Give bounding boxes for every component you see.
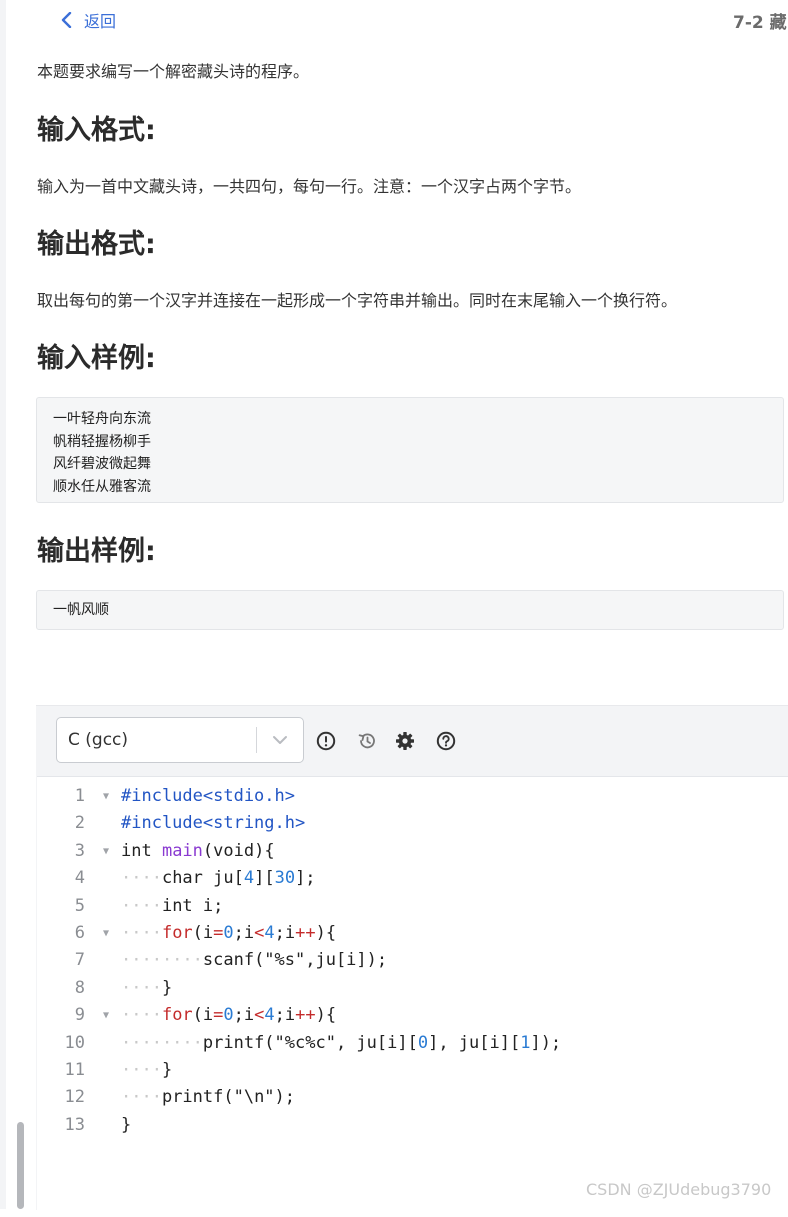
exclamation-circle-icon[interactable] [315, 730, 337, 752]
sample-input-heading: 输入样例: [37, 343, 156, 374]
code-line: 2 #include<string.h> [37, 810, 788, 837]
code-line: 9 ▼ ····for(i=0;i<4;i++){ [37, 1002, 788, 1029]
line-number: 9 [74, 1005, 85, 1026]
sample-input-line: 帆稍轻握杨柳手 [53, 433, 151, 450]
code-text: ········scanf("%s",ju[i]); [121, 950, 388, 971]
back-label: 返回 [84, 12, 117, 31]
fold-arrow-icon[interactable]: ▼ [103, 838, 109, 865]
code-line: 12 ····printf("\n"); [37, 1084, 788, 1111]
code-area[interactable]: 1 ▼ #include<stdio.h> 2 #include<string.… [37, 776, 788, 1217]
code-text: ····printf("\n"); [121, 1087, 296, 1108]
line-number: 6 [74, 923, 85, 943]
code-editor-panel: C (gcc) 1 ▼ #include<stdio.h> 2 #include… [36, 705, 788, 1217]
line-number: 1 [74, 786, 85, 806]
line-number: 3 [74, 840, 85, 861]
line-number: 7 [74, 950, 85, 971]
back-button[interactable]: 返回 [60, 6, 116, 34]
sample-input-line: 一叶轻舟向东流 [53, 411, 151, 427]
code-line: 5 ····int i; [37, 893, 788, 920]
sample-input-box: 一叶轻舟向东流 帆稍轻握杨柳手 风纤碧波微起舞 顺水任从雅客流 [36, 397, 784, 503]
code-line: 10 ········printf("%c%c", ju[i][0], ju[i… [37, 1030, 788, 1057]
code-line: 8 ····} [37, 975, 788, 1002]
chevron-left-icon [61, 12, 72, 28]
code-text: int main(void){ [121, 840, 275, 861]
watermark: CSDN @ZJUdebug3790 [586, 1180, 772, 1199]
sample-output-heading: 输出样例: [37, 536, 156, 567]
code-text: ····for(i=0;i<4;i++){ [121, 1005, 337, 1026]
line-number: 2 [74, 813, 85, 834]
code-line: 3 ▼ int main(void){ [37, 838, 788, 865]
sample-input-line: 风纤碧波微起舞 [53, 456, 151, 472]
history-icon[interactable] [356, 730, 378, 752]
output-format-heading: 输出格式: [37, 229, 156, 260]
code-text: } [121, 1114, 132, 1135]
language-select[interactable]: C (gcc) [56, 717, 304, 763]
code-text: ········printf("%c%c", ju[i][0], ju[i][1… [121, 1032, 562, 1053]
line-number: 12 [64, 1087, 85, 1108]
code-line: 13 } [37, 1112, 788, 1139]
code-line: 4 ····char ju[4][30]; [37, 865, 788, 892]
sample-output-box: 一帆风顺 [36, 590, 784, 630]
line-number: 4 [74, 868, 85, 889]
sample-output-line: 一帆风顺 [53, 602, 109, 618]
problem-intro: 本题要求编写一个解密藏头诗的程序。 [37, 62, 310, 81]
chevron-down-icon[interactable] [257, 735, 303, 745]
gear-icon[interactable] [394, 730, 416, 752]
line-number: 13 [64, 1114, 85, 1135]
code-line: 1 ▼ #include<stdio.h> [37, 783, 788, 810]
code-text: #include<string.h> [121, 813, 306, 834]
line-number: 8 [74, 977, 85, 998]
input-format-heading: 输入格式: [37, 115, 156, 146]
question-circle-icon[interactable] [435, 730, 457, 752]
fold-arrow-icon[interactable]: ▼ [103, 1002, 109, 1029]
problem-title: 7-2 藏 [733, 13, 787, 33]
code-line: 6 ▼ ····for(i=0;i<4;i++){ [37, 920, 788, 947]
scrollbar-thumb[interactable] [17, 1122, 24, 1209]
code-line: 11 ····} [37, 1057, 788, 1084]
input-format-text: 输入为一首中文藏头诗，一共四句，每句一行。注意：一个汉字占两个字节。 [37, 177, 582, 196]
line-number: 5 [74, 895, 85, 916]
code-text: ····char ju[4][30]; [121, 868, 316, 889]
fold-arrow-icon[interactable]: ▼ [103, 783, 109, 810]
code-line: 7 ········scanf("%s",ju[i]); [37, 947, 788, 974]
code-text: ····int i; [121, 895, 224, 916]
line-number: 11 [64, 1060, 85, 1080]
language-value: C (gcc) [68, 730, 129, 750]
sample-input-line: 顺水任从雅客流 [53, 478, 151, 495]
left-rail [0, 0, 6, 1209]
code-text: #include<stdio.h> [121, 786, 295, 806]
line-number: 10 [64, 1032, 85, 1053]
fold-arrow-icon[interactable]: ▼ [103, 920, 109, 947]
code-text: ····} [121, 1060, 173, 1080]
output-format-text: 取出每句的第一个汉字并连接在一起形成一个字符串并输出。同时在末尾输入一个换行符。 [37, 291, 678, 310]
code-text: ····for(i=0;i<4;i++){ [121, 923, 337, 943]
code-text: ····} [121, 977, 173, 998]
